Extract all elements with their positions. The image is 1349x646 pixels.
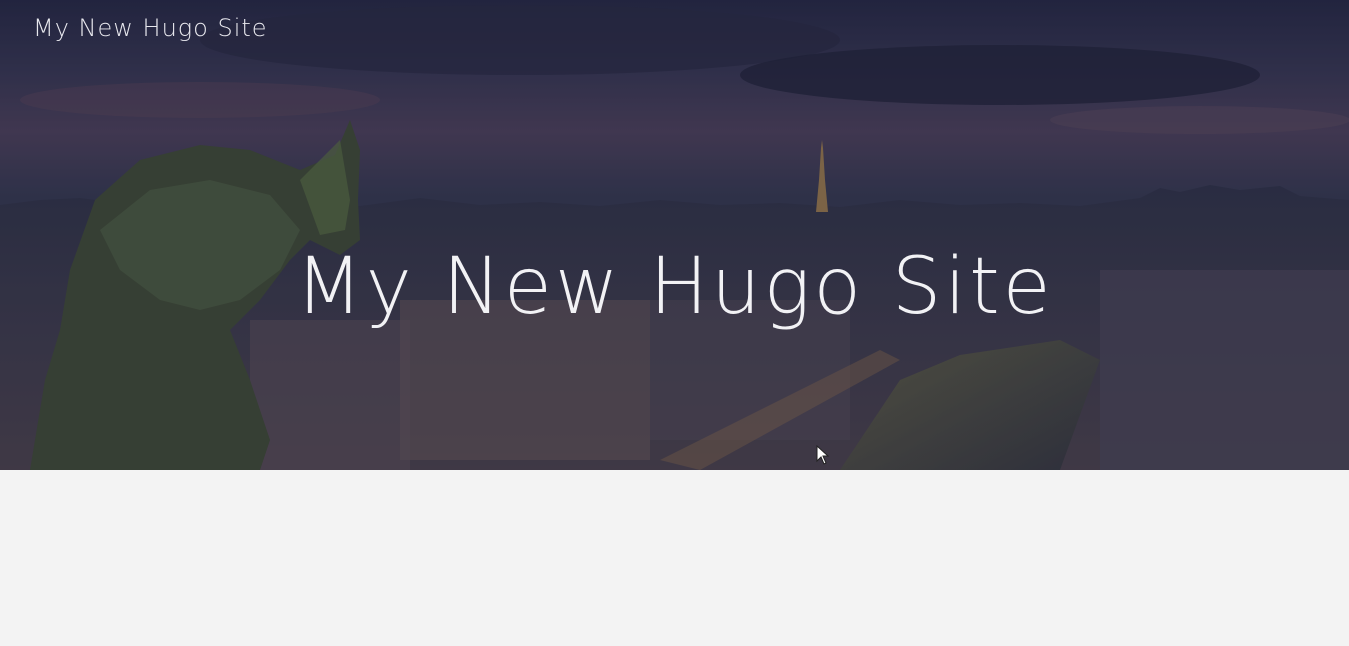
- hero-heading: My New Hugo Site: [295, 242, 1054, 332]
- page-content-area: [0, 470, 1349, 646]
- hero-banner: My New Hugo Site My New Hugo Site: [0, 0, 1349, 470]
- mouse-cursor-icon: [816, 445, 830, 465]
- site-title-link[interactable]: My New Hugo Site: [33, 14, 268, 42]
- hero-background-image: [0, 0, 1349, 470]
